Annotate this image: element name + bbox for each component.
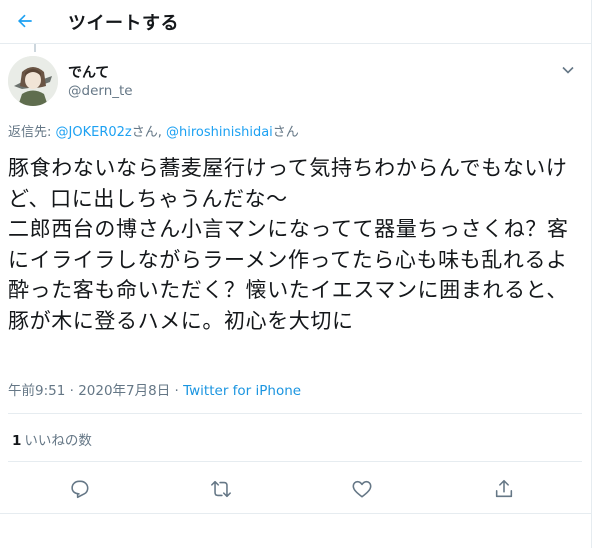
page-title: ツイートする [68,13,179,34]
tweet-text: 豚食わないなら蕎麦屋行けって気持ちわからんでもないけど、口に出しちゃうんだな〜 … [8,156,569,333]
share-button[interactable] [491,476,517,502]
mention-link-1[interactable]: @JOKER02z [56,125,132,140]
likes-label: いいねの数 [24,433,92,449]
back-button[interactable] [10,6,40,36]
tweet-meta: 午前9:51 · 2020年7月8日 · Twitter for iPhone [8,379,301,399]
retweet-icon [211,480,231,498]
meta-separator: · [65,383,79,399]
like-icon [352,480,372,498]
avatar[interactable] [8,56,58,106]
author-display-name[interactable]: でんて [68,62,109,82]
likes-count-link[interactable]: 1 いいねの数 [12,429,92,449]
tweet-detail-panel: ツイートする でんて @dern_te 返信先: @JOKER02zさん, @h… [0,0,592,548]
author-handle[interactable]: @dern_te [68,83,133,99]
more-options-button[interactable] [558,60,578,80]
share-icon [495,479,513,498]
reply-button[interactable] [66,476,92,502]
likes-count: 1 [12,433,22,449]
reply-to-suffix-1: さん, [131,125,166,140]
reply-to-prefix: 返信先: [8,125,56,140]
arrow-left-icon [17,14,32,28]
tweet-time[interactable]: 午前9:51 [8,383,65,399]
divider [8,461,582,462]
thread-connector [34,44,36,52]
reply-to-line: 返信先: @JOKER02zさん, @hiroshinishidaiさん [8,121,299,140]
reply-icon [71,480,89,499]
chevron-down-icon [562,66,574,74]
meta-separator: · [170,383,184,399]
page-header: ツイートする [0,0,591,44]
mention-link-2[interactable]: @hiroshinishidai [166,125,273,140]
reply-to-suffix-2: さん [272,125,299,140]
divider [0,513,591,514]
tweet-date[interactable]: 2020年7月8日 [78,383,170,399]
tweet-source-link[interactable]: Twitter for iPhone [183,383,301,399]
like-button[interactable] [349,476,375,502]
divider [8,413,582,414]
retweet-button[interactable] [208,476,234,502]
